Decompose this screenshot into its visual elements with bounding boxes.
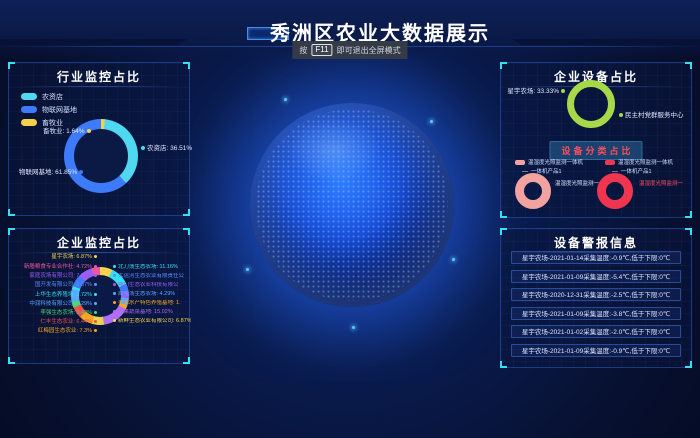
alarm-row: 星宇农场-2021-01-09采集温度:-3.8℃,低于下限:0℃: [511, 307, 681, 320]
network-node: [452, 258, 455, 261]
corner-decoration: [8, 209, 15, 216]
corner-decoration: [500, 211, 507, 218]
alarm-row: 星宇农场-2020-12-31采集温度:-2.5℃,低于下限:0℃: [511, 288, 681, 301]
divider: [17, 86, 181, 87]
legend-label: 温湿度光照监测一体机: [618, 158, 673, 166]
chart-label-text: 民主村党群服务中心: [625, 112, 684, 119]
corner-decoration: [500, 62, 507, 69]
legend-swatch: [515, 160, 525, 165]
chart-label: 星宇农场: 33.33%: [505, 85, 567, 95]
chart-label: 家庭农场有限公司: 7.72%: [9, 273, 97, 279]
chart-label-text: 畜牧业: 1.64%: [43, 128, 85, 135]
panel-industry-ratio: 行业监控占比 农资店 物联网基地 畜牧业 畜牧业: 1.64% 农资店: 36.…: [8, 62, 190, 216]
chart-label: 北刀荡生态农场: 11.16%: [113, 264, 178, 270]
chart-label-livestock: 畜牧业: 1.64%: [43, 125, 93, 135]
legend-item-iot[interactable]: 物联网基地: [21, 103, 77, 116]
chart-label: 陶门生态农业科技有限公: [113, 282, 179, 288]
network-node: [352, 326, 355, 329]
panel-title: 企业监控占比: [9, 229, 189, 251]
network-node: [284, 98, 287, 101]
corner-decoration: [183, 62, 190, 69]
chart-label-text: 农资店: 36.51%: [147, 145, 192, 152]
legend-label: 农资店: [42, 92, 63, 102]
chart-label: 星宇农场: 6.87%: [9, 254, 97, 260]
category-donut-right[interactable]: [597, 173, 633, 209]
chart-label: 新鲜生态农业有限公司: 6.87%: [113, 318, 191, 324]
label-dot: [619, 113, 623, 117]
legend-item-store[interactable]: 农资店: [21, 90, 77, 103]
chart-label-store: 农资店: 36.51%: [139, 142, 192, 152]
corner-decoration: [685, 62, 692, 69]
legend-swatch: [21, 106, 37, 113]
legend-dash: [522, 171, 528, 172]
network-node: [246, 268, 249, 271]
device-donut-chart[interactable]: [567, 80, 615, 128]
alarm-row: 星宇农场-2021-01-02采集温度:-2.0℃,低于下限:0℃: [511, 325, 681, 338]
chart-label: 国开发有限公司: 6.87%: [9, 282, 97, 288]
corner-decoration: [183, 209, 190, 216]
fullscreen-tip: 按 F11 即可退出全屏模式: [292, 41, 407, 59]
legend-dash: [612, 171, 618, 172]
corner-decoration: [500, 228, 507, 235]
chart-label: 新塍粮食专业合作社: 4.72%: [9, 264, 97, 270]
chart-label: 大运河生态农业有限责任公: [113, 273, 184, 279]
chart-label: 丰源水产特色养殖基地: 1.: [113, 300, 181, 306]
legend-label: 一体机产品1: [621, 167, 652, 175]
chart-label: 中润科技有限公司: 7.29%: [9, 301, 97, 307]
chart-label: 仁丰生态农业: 6.44%: [9, 319, 97, 325]
corner-decoration: [8, 357, 15, 364]
panel-title: 设备警报信息: [501, 229, 691, 251]
chart-label-text: 物联网基地: 61.85%: [19, 169, 77, 176]
chart-label: 红梅园生态农业: 7.3%: [9, 328, 97, 334]
panel-title: 行业监控占比: [9, 63, 189, 85]
corner-decoration: [183, 228, 190, 235]
legend-swatch: [21, 119, 37, 126]
chart-label: 李强生态农场: 3.42%: [9, 310, 97, 316]
mini-legend-item[interactable]: 温湿度光照监测一体机: [605, 158, 673, 166]
alarm-row: 星宇农场-2021-01-14采集温度:-0.9℃,低于下限:0℃: [511, 251, 681, 264]
legend: 农资店 物联网基地 畜牧业: [21, 90, 77, 129]
corner-decoration: [685, 228, 692, 235]
label-dot: [87, 129, 91, 133]
corner-decoration: [183, 357, 190, 364]
chart-label-iot: 物联网基地: 61.85%: [19, 166, 85, 176]
globe-highlight: [287, 117, 381, 182]
legend-label: 温湿度光照监测一体机: [528, 158, 583, 166]
chart-label: 民主村党群服务中心: [617, 109, 684, 119]
category-donut-left[interactable]: [515, 173, 551, 209]
tip-suffix: 即可退出全屏模式: [337, 45, 401, 56]
globe-visualization[interactable]: [250, 103, 454, 307]
corner-decoration: [500, 361, 507, 368]
header-decoration-right: [512, 39, 700, 45]
dashboard: 秀洲区农业大数据展示 按 F11 即可退出全屏模式 行业监控占比 农资店 物联网…: [0, 0, 700, 438]
mini-legend-item[interactable]: 温湿度光照监测一体机: [515, 158, 583, 166]
legend-swatch: [21, 93, 37, 100]
label-dot: [561, 89, 565, 93]
corner-decoration: [8, 228, 15, 235]
label-dot: [79, 170, 83, 174]
chart-label: 周围荡生态农场: 4.29%: [113, 291, 175, 297]
divider: [17, 252, 181, 253]
corner-decoration: [8, 62, 15, 69]
legend-swatch: [605, 160, 615, 165]
legend-label: 物联网基地: [42, 105, 77, 115]
corner-decoration: [685, 361, 692, 368]
f11-key-badge: F11: [311, 44, 332, 56]
chart-callout: 温湿度光照监测一: [555, 179, 599, 187]
chart-callout: 温湿度光照监测一: [639, 179, 683, 187]
chart-label: 上华生态养殖场: 1.72%: [9, 292, 97, 298]
panel-alarms: 设备警报信息 星宇农场-2021-01-14采集温度:-0.9℃,低于下限:0℃…: [500, 228, 692, 368]
corner-decoration: [685, 211, 692, 218]
alarm-row: 星宇农场-2021-01-09采集温度:-0.9℃,低于下限:0℃: [511, 344, 681, 357]
chart-label-text: 星宇农场: 33.33%: [507, 88, 559, 95]
tip-prefix: 按: [299, 45, 307, 56]
label-dot: [141, 146, 145, 150]
panel-enterprise-ratio: 企业监控占比 星宇农场: 6.87% 新塍粮食专业合作社: 4.72% 家庭农场…: [8, 228, 190, 364]
chart-label: 瓜果蔬菜基地: 15.02%: [113, 309, 173, 315]
panel-device-ratio: 企业设备占比 星宇农场: 33.33% 民主村党群服务中心 设备分类占比 温湿度…: [500, 62, 692, 218]
header-decoration-left: [0, 39, 188, 45]
network-node: [430, 120, 433, 123]
alarm-row: 星宇农场-2021-01-09采集温度:-5.4℃,低于下限:0℃: [511, 270, 681, 283]
